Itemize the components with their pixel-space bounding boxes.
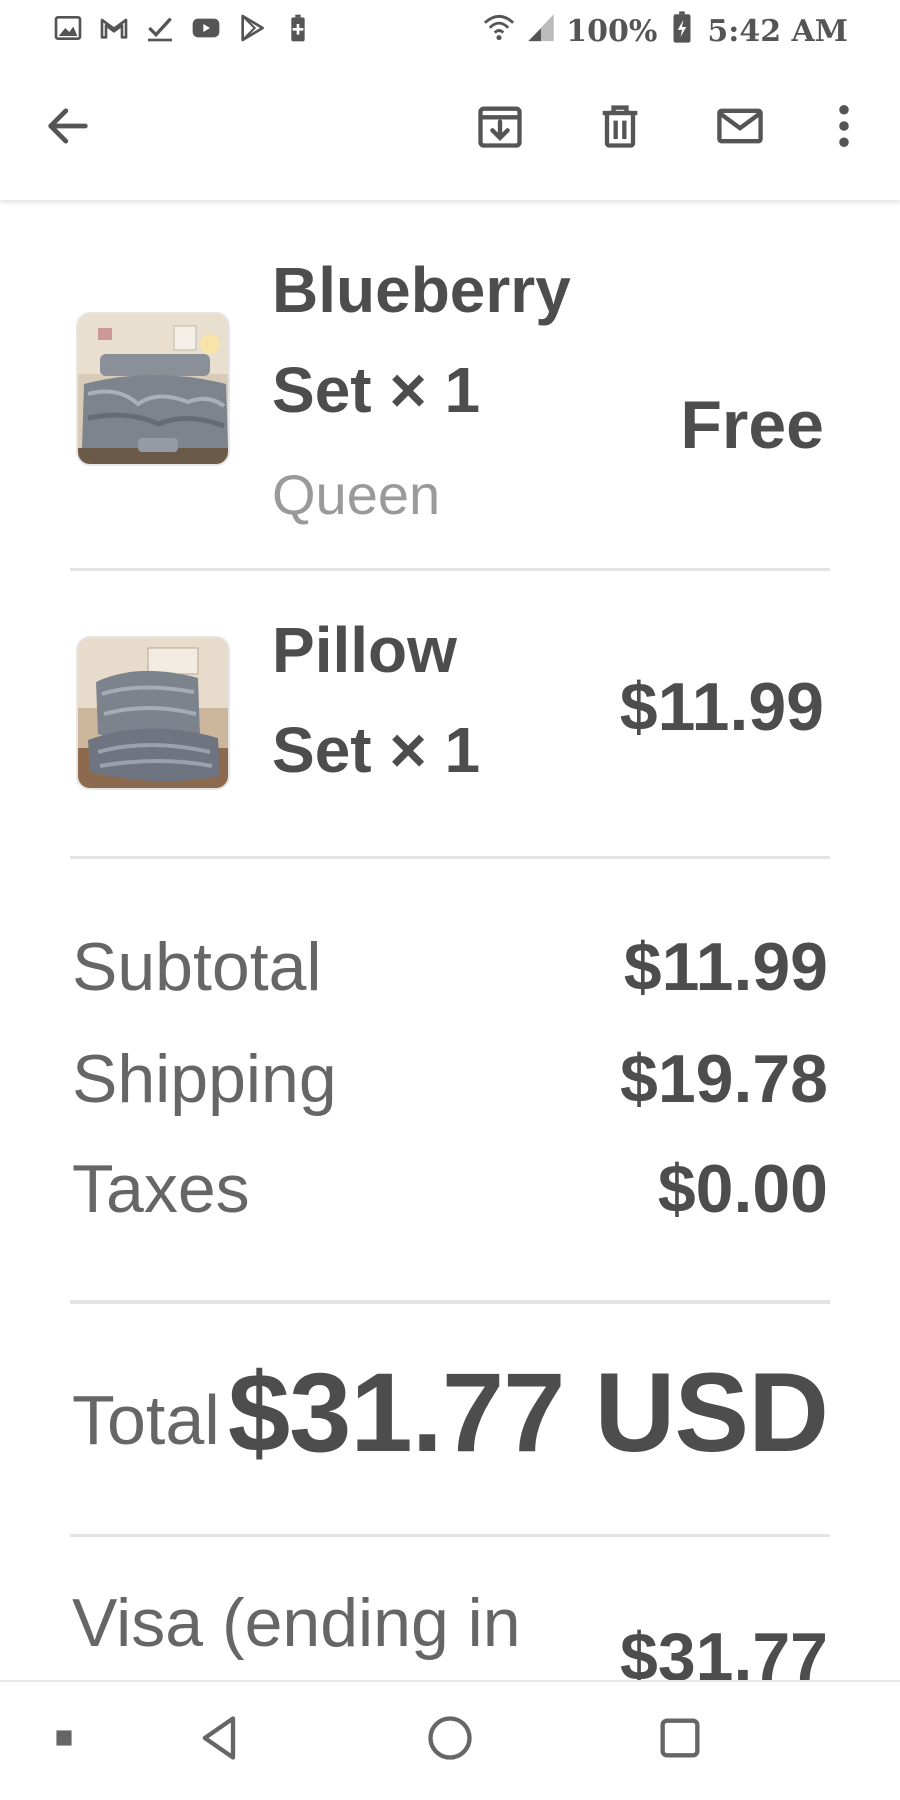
gallery-icon [52,12,84,49]
clock: 5:42 AM [707,13,848,49]
system-status: 100% 5:42 AM [482,10,848,52]
battery-saver-icon [282,12,314,49]
taxes-value: $0.00 [657,1151,828,1227]
mark-unread-button[interactable] [710,98,770,158]
item-price: Free [680,387,824,463]
wifi-icon [482,10,516,52]
play-store-icon [236,12,268,49]
subtotal-label: Subtotal [72,929,322,1005]
back-arrow-icon [42,100,94,157]
payment-method-label: Visa (ending in [72,1585,521,1661]
recent-dot-icon [38,1712,90,1769]
battery-percent: 100% [566,13,658,49]
divider [70,568,830,571]
pillow-set-thumbnail[interactable] [76,636,230,790]
delete-icon [594,100,646,157]
taxes-label: Taxes [72,1151,250,1227]
item-title-line2: Set × 1 [272,714,481,786]
subtotal-row: Subtotal $11.99 [72,928,828,1018]
payment-amount: $31.77 [620,1619,828,1680]
message-toolbar [0,62,900,200]
order-email-body: Blueberry Set × 1 Queen Free Pillow Set … [0,200,900,1680]
item-title-line2: Set × 1 [272,354,481,426]
back-triangle-icon [194,1712,246,1769]
subtotal-value: $11.99 [623,929,828,1005]
order-item: Pillow Set × 1 $11.99 [70,600,830,850]
archive-button[interactable] [470,98,530,158]
overview-square-icon [654,1712,706,1769]
taxes-row: Taxes $0.00 [72,1150,828,1240]
nav-back-button[interactable] [190,1710,250,1770]
recent-button[interactable] [34,1710,94,1770]
item-title-line1: Blueberry [272,254,571,326]
item-title-line1: Pillow [272,614,457,686]
more-options-button[interactable] [814,98,874,158]
signal-icon [524,10,558,52]
total-value: $31.77 USD [227,1350,829,1475]
status-bar: 100% 5:42 AM [0,0,900,62]
divider [70,1534,830,1537]
youtube-icon [190,12,222,49]
divider [70,856,830,859]
archive-icon [474,100,526,157]
total-label: Total [72,1381,220,1459]
shipping-label: Shipping [72,1041,337,1117]
home-circle-icon [424,1712,476,1769]
battery-icon [665,10,699,52]
system-navigation-bar [0,1680,900,1800]
tasks-check-icon [144,12,176,49]
notification-icons [52,12,314,49]
order-item: Blueberry Set × 1 Queen Free [70,240,830,560]
delete-button[interactable] [590,98,650,158]
back-button[interactable] [38,98,98,158]
shipping-value: $19.78 [620,1041,828,1117]
item-price: $11.99 [619,669,824,745]
gmail-icon [98,12,130,49]
more-options-icon [818,100,870,157]
home-button[interactable] [420,1710,480,1770]
item-variant: Queen [272,463,441,526]
bedding-set-thumbnail[interactable] [76,312,230,466]
divider [70,1300,830,1304]
overview-button[interactable] [650,1710,710,1770]
shipping-row: Shipping $19.78 [72,1040,828,1130]
mark-unread-icon [714,100,766,157]
